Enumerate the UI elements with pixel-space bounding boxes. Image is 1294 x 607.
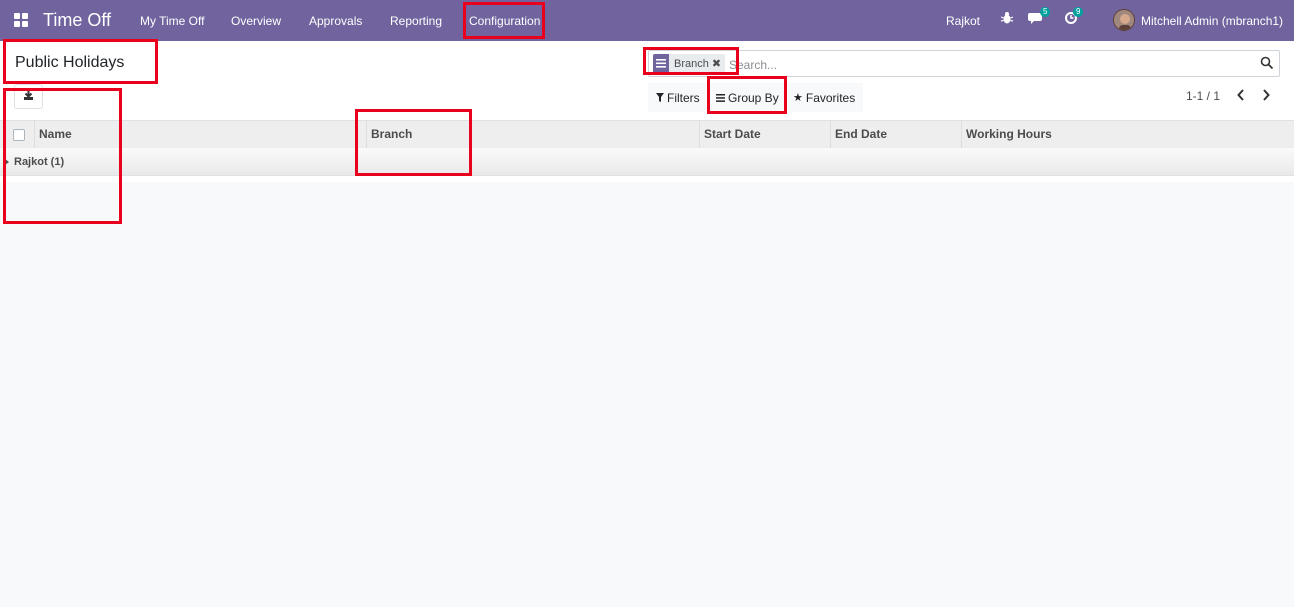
highlight-group-by: [707, 76, 787, 114]
highlight-page-title: [3, 39, 158, 84]
activities-icon[interactable]: 9: [1064, 7, 1084, 29]
column-header-start-date[interactable]: Start Date: [699, 121, 830, 149]
group-row[interactable]: Rajkot (1): [0, 148, 1294, 176]
column-header-end-date[interactable]: End Date: [830, 121, 961, 149]
favorites-label: Favorites: [805, 90, 856, 105]
search-bar[interactable]: Branch ✖: [648, 50, 1280, 77]
apps-menu-icon[interactable]: [14, 13, 28, 27]
messages-icon[interactable]: 5: [1028, 7, 1051, 29]
menu-reporting[interactable]: Reporting: [390, 14, 442, 28]
menu-approvals[interactable]: Approvals: [309, 14, 362, 28]
star-icon: ★: [793, 92, 803, 104]
column-header-working-hours[interactable]: Working Hours: [961, 121, 1294, 149]
filter-icon: [656, 93, 664, 102]
menu-overview[interactable]: Overview: [231, 14, 281, 28]
highlight-branch-column: [355, 109, 472, 176]
pager-value[interactable]: 1-1 / 1: [1186, 89, 1220, 103]
menu-my-time-off[interactable]: My Time Off: [140, 14, 204, 28]
search-input[interactable]: [729, 57, 1249, 73]
app-name[interactable]: Time Off: [43, 10, 111, 31]
favorites-button[interactable]: ★ Favorites: [785, 83, 864, 112]
highlight-configuration: [463, 2, 545, 39]
filters-button[interactable]: Filters: [648, 83, 708, 112]
pager-next-icon[interactable]: [1257, 86, 1275, 104]
bug-icon[interactable]: [1000, 11, 1018, 29]
search-icon[interactable]: [1260, 56, 1274, 70]
filters-label: Filters: [667, 90, 700, 105]
messages-badge: 5: [1040, 7, 1051, 17]
list-spacer: [0, 176, 1294, 182]
top-navbar: Time Off My Time Off Overview Approvals …: [0, 0, 1294, 41]
activities-badge: 9: [1073, 7, 1084, 17]
user-menu[interactable]: Mitchell Admin (mbranch1): [1141, 14, 1283, 28]
highlight-branch-facet: [643, 47, 739, 75]
pager-previous-icon[interactable]: [1232, 86, 1250, 104]
branch-switcher[interactable]: Rajkot: [946, 14, 980, 28]
highlight-download-area: [3, 88, 122, 224]
list-header: Name Branch Start Date End Date Working …: [0, 120, 1294, 149]
user-avatar[interactable]: [1113, 9, 1135, 31]
